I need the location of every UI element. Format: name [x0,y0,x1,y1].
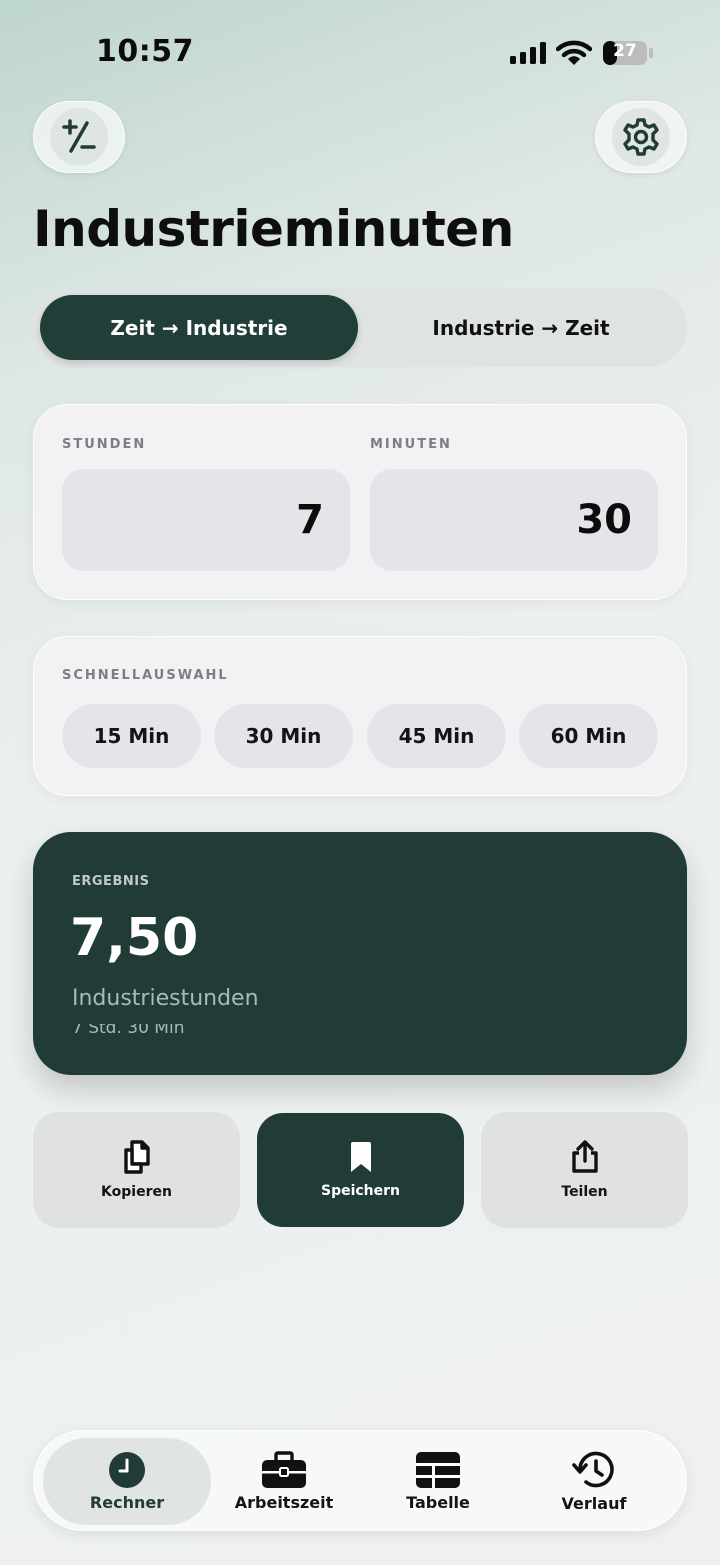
quick-select-15-min[interactable]: 15 Min [62,704,201,768]
quick-select-60-min[interactable]: 60 Min [519,704,658,768]
result-label: ERGEBNIS [72,874,150,889]
status-bar: 10:57 27 [0,0,720,100]
status-time: 10:57 [96,34,194,69]
plus-minus-icon [62,119,96,153]
gear-icon [623,118,659,156]
tab-verlauf[interactable]: Verlauf [514,1431,674,1532]
time-input-card: STUNDEN MINUTEN 7 30 [33,404,687,600]
battery-icon: 27 [602,40,654,66]
share-label: Teilen [561,1184,608,1200]
settings-button[interactable] [595,101,687,173]
quick-select-label: SCHNELLAUSWAHL [62,668,229,683]
result-unit: Industriestunden [72,986,259,1011]
minutes-label: MINUTEN [370,437,452,452]
table-icon [416,1452,460,1488]
mode-toggle: Zeit → Industrie Industrie → Zeit [33,288,687,367]
tab-arbeitszeit[interactable]: Arbeitszeit [204,1431,364,1532]
battery-level: 27 [613,41,637,61]
cellular-signal-icon [510,42,546,64]
copy-icon [123,1140,150,1174]
tab-industrie-to-zeit[interactable]: Industrie → Zeit [362,295,680,360]
history-icon [572,1451,614,1488]
quick-select-45-min[interactable]: 45 Min [367,704,506,768]
tab-zeit-to-industrie[interactable]: Zeit → Industrie [40,295,358,360]
tab-tabelle[interactable]: Tabelle [358,1431,518,1532]
tab-rechner-label: Rechner [89,1493,165,1512]
briefcase-icon [262,1451,306,1488]
tab-arbeitszeit-label: Arbeitszeit [234,1493,334,1512]
copy-button[interactable]: Kopieren [33,1112,240,1228]
wifi-icon [556,40,592,65]
hours-label: STUNDEN [62,437,147,452]
clock-icon [109,1452,145,1488]
share-button[interactable]: Teilen [481,1112,688,1228]
tab-tabelle-label: Tabelle [406,1493,470,1512]
result-card: ERGEBNIS 7,50 Industriestunden 7 Std. 30… [33,832,687,1075]
minutes-input[interactable]: 30 [370,469,658,571]
tab-rechner[interactable]: Rechner [43,1438,211,1525]
copy-label: Kopieren [101,1184,172,1200]
share-icon [571,1140,598,1173]
result-value: 7,50 [70,908,199,968]
tab-verlauf-label: Verlauf [561,1494,627,1513]
hours-input[interactable]: 7 [62,469,350,571]
bottom-tab-bar: Rechner Arbeitszeit Tabelle Verlauf [33,1430,687,1531]
result-detail: 7 Std. 30 Min [72,1024,185,1035]
save-button[interactable]: Speichern [257,1113,464,1227]
save-label: Speichern [320,1183,401,1199]
page-title: Industrieminuten [33,200,514,258]
quick-select-30-min[interactable]: 30 Min [214,704,353,768]
plus-minus-button[interactable] [33,101,125,173]
quick-select-card: SCHNELLAUSWAHL 15 Min 30 Min 45 Min 60 M… [33,636,687,796]
bookmark-icon [350,1142,371,1172]
